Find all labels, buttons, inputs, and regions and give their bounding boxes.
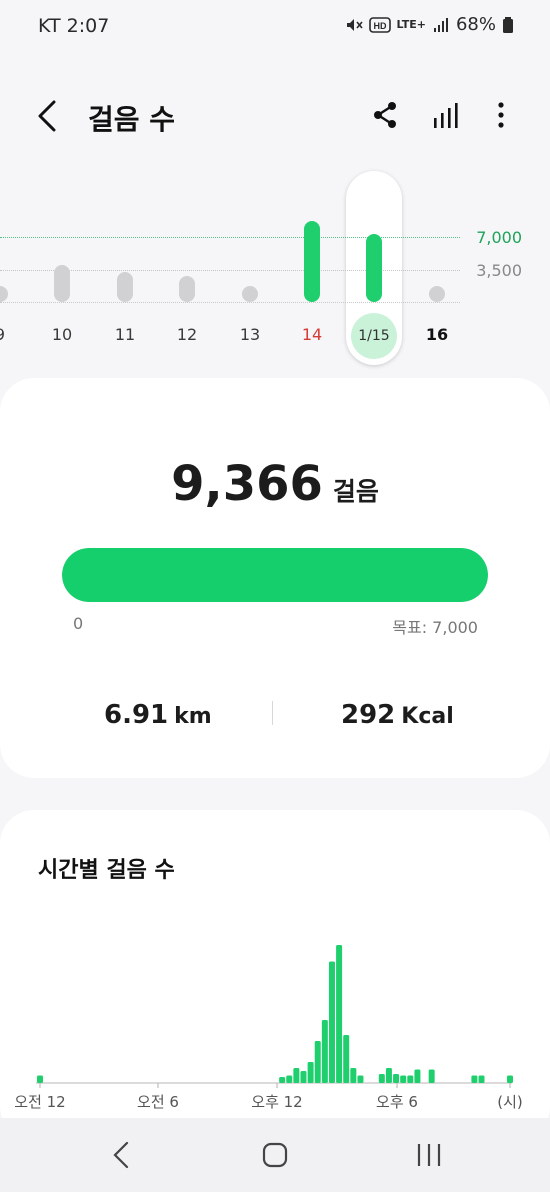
hourly-bar[interactable] <box>414 1069 421 1084</box>
share-icon[interactable] <box>370 100 400 130</box>
nav-recents-icon[interactable] <box>414 1141 444 1169</box>
hourly-bar[interactable] <box>37 1075 43 1084</box>
battery-percent: 68% <box>455 14 496 35</box>
status-icons: HD LTE+ 68% <box>345 14 514 35</box>
mute-icon <box>346 18 363 31</box>
more-vert-icon[interactable] <box>486 100 516 130</box>
hourly-axis-label: 오후 6 <box>376 1093 418 1111</box>
daily-steps-chart[interactable]: 7,000 3,500 9 10 11 12 13 14 1/15 16 <box>0 165 550 370</box>
svg-text:HD: HD <box>373 21 386 31</box>
hourly-bar[interactable] <box>507 1075 513 1084</box>
hourly-axis-label: 오전 12 <box>14 1093 65 1111</box>
hourly-bar[interactable] <box>428 1069 435 1084</box>
total-steps: 9,366 걸음 <box>0 456 550 512</box>
hourly-steps-card: 시간별 걸음 수 오전 12 오전 6 오후 12 오후 6 (시) <box>0 810 550 1140</box>
day-bar-13[interactable] <box>242 286 258 302</box>
battery-icon <box>503 16 513 33</box>
page-title: 걸음 수 <box>88 103 176 136</box>
day-label-14[interactable]: 14 <box>292 325 332 344</box>
hourly-bar[interactable] <box>378 1074 385 1083</box>
hourly-bar[interactable] <box>407 1075 414 1084</box>
app-header: 걸음 수 <box>0 88 550 144</box>
calories-unit: Kcal <box>401 704 454 729</box>
hd-icon: HD <box>368 16 391 33</box>
day-bar-12[interactable] <box>179 276 195 302</box>
hourly-steps-chart[interactable]: 오전 12 오전 6 오후 12 오후 6 (시) <box>0 910 550 1120</box>
back-arrow-icon[interactable] <box>32 96 64 136</box>
hourly-bar[interactable] <box>336 945 343 1083</box>
hourly-title: 시간별 걸음 수 <box>38 858 175 883</box>
nav-back-icon[interactable] <box>110 1140 134 1170</box>
steps-unit: 걸음 <box>332 477 379 506</box>
hourly-bar[interactable] <box>286 1075 293 1084</box>
hourly-bar[interactable] <box>279 1077 286 1083</box>
distance-value: 6.91 <box>104 700 169 730</box>
distance-unit: km <box>174 704 212 729</box>
day-label-11[interactable]: 11 <box>105 325 145 344</box>
day-bar-9[interactable] <box>0 286 8 302</box>
calories-stat: 292 Kcal <box>341 700 454 730</box>
status-bar: KT 2:07 HD LTE+ 68% <box>0 0 550 54</box>
hourly-axis-label: 오후 12 <box>251 1093 302 1111</box>
hourly-bar[interactable] <box>385 1068 392 1083</box>
day-bar-10[interactable] <box>54 265 70 302</box>
goal-label: 목표: 7,000 <box>392 618 478 637</box>
hourly-axis-label: (시) <box>497 1093 523 1111</box>
hourly-bar[interactable] <box>343 1035 350 1083</box>
hourly-bar[interactable] <box>321 1020 328 1083</box>
half-reference-label: 3,500 <box>476 261 522 280</box>
steps-value: 9,366 <box>171 456 323 512</box>
hourly-bar[interactable] <box>400 1075 407 1084</box>
status-carrier-time: KT 2:07 <box>38 15 110 37</box>
stat-divider <box>272 701 273 725</box>
hourly-bar[interactable] <box>357 1075 364 1084</box>
hourly-bar[interactable] <box>328 961 335 1084</box>
day-bar-1-15[interactable] <box>366 233 382 302</box>
distance-stat: 6.91 km <box>104 700 212 730</box>
hourly-bar[interactable] <box>293 1068 300 1083</box>
hourly-axis-label: 오전 6 <box>137 1093 179 1111</box>
system-nav-bar <box>0 1118 550 1192</box>
goal-progress-fill <box>62 548 488 602</box>
goal-progress-bar <box>62 548 488 602</box>
hourly-bar[interactable] <box>478 1075 485 1084</box>
calories-value: 292 <box>341 700 396 730</box>
day-bar-14[interactable] <box>304 220 320 302</box>
day-label-13[interactable]: 13 <box>230 325 270 344</box>
goal-reference-line <box>0 237 460 238</box>
hourly-bar[interactable] <box>307 1062 314 1083</box>
day-label-16[interactable]: 16 <box>417 325 457 344</box>
day-label-1-15[interactable]: 1/15 <box>351 313 397 359</box>
hourly-bar[interactable] <box>393 1074 400 1083</box>
day-bar-16[interactable] <box>429 286 445 302</box>
day-bar-11[interactable] <box>117 271 133 302</box>
bar-chart-icon[interactable] <box>430 100 460 130</box>
hourly-bar[interactable] <box>471 1075 478 1084</box>
progress-min-label: 0 <box>73 614 84 633</box>
network-type: LTE+ <box>396 18 426 31</box>
hourly-bar[interactable] <box>314 1041 321 1083</box>
day-label-12[interactable]: 12 <box>167 325 207 344</box>
day-label-9[interactable]: 9 <box>0 325 20 344</box>
summary-card: 9,366 걸음 0 목표: 7,000 6.91 km 292 Kcal <box>0 378 550 778</box>
hourly-bar[interactable] <box>350 1068 357 1083</box>
day-label-10[interactable]: 10 <box>42 325 82 344</box>
hourly-bar[interactable] <box>300 1071 307 1083</box>
nav-home-icon[interactable] <box>262 1142 288 1168</box>
baseline <box>0 302 460 303</box>
goal-reference-label: 7,000 <box>476 228 522 247</box>
signal-icon <box>433 17 448 32</box>
